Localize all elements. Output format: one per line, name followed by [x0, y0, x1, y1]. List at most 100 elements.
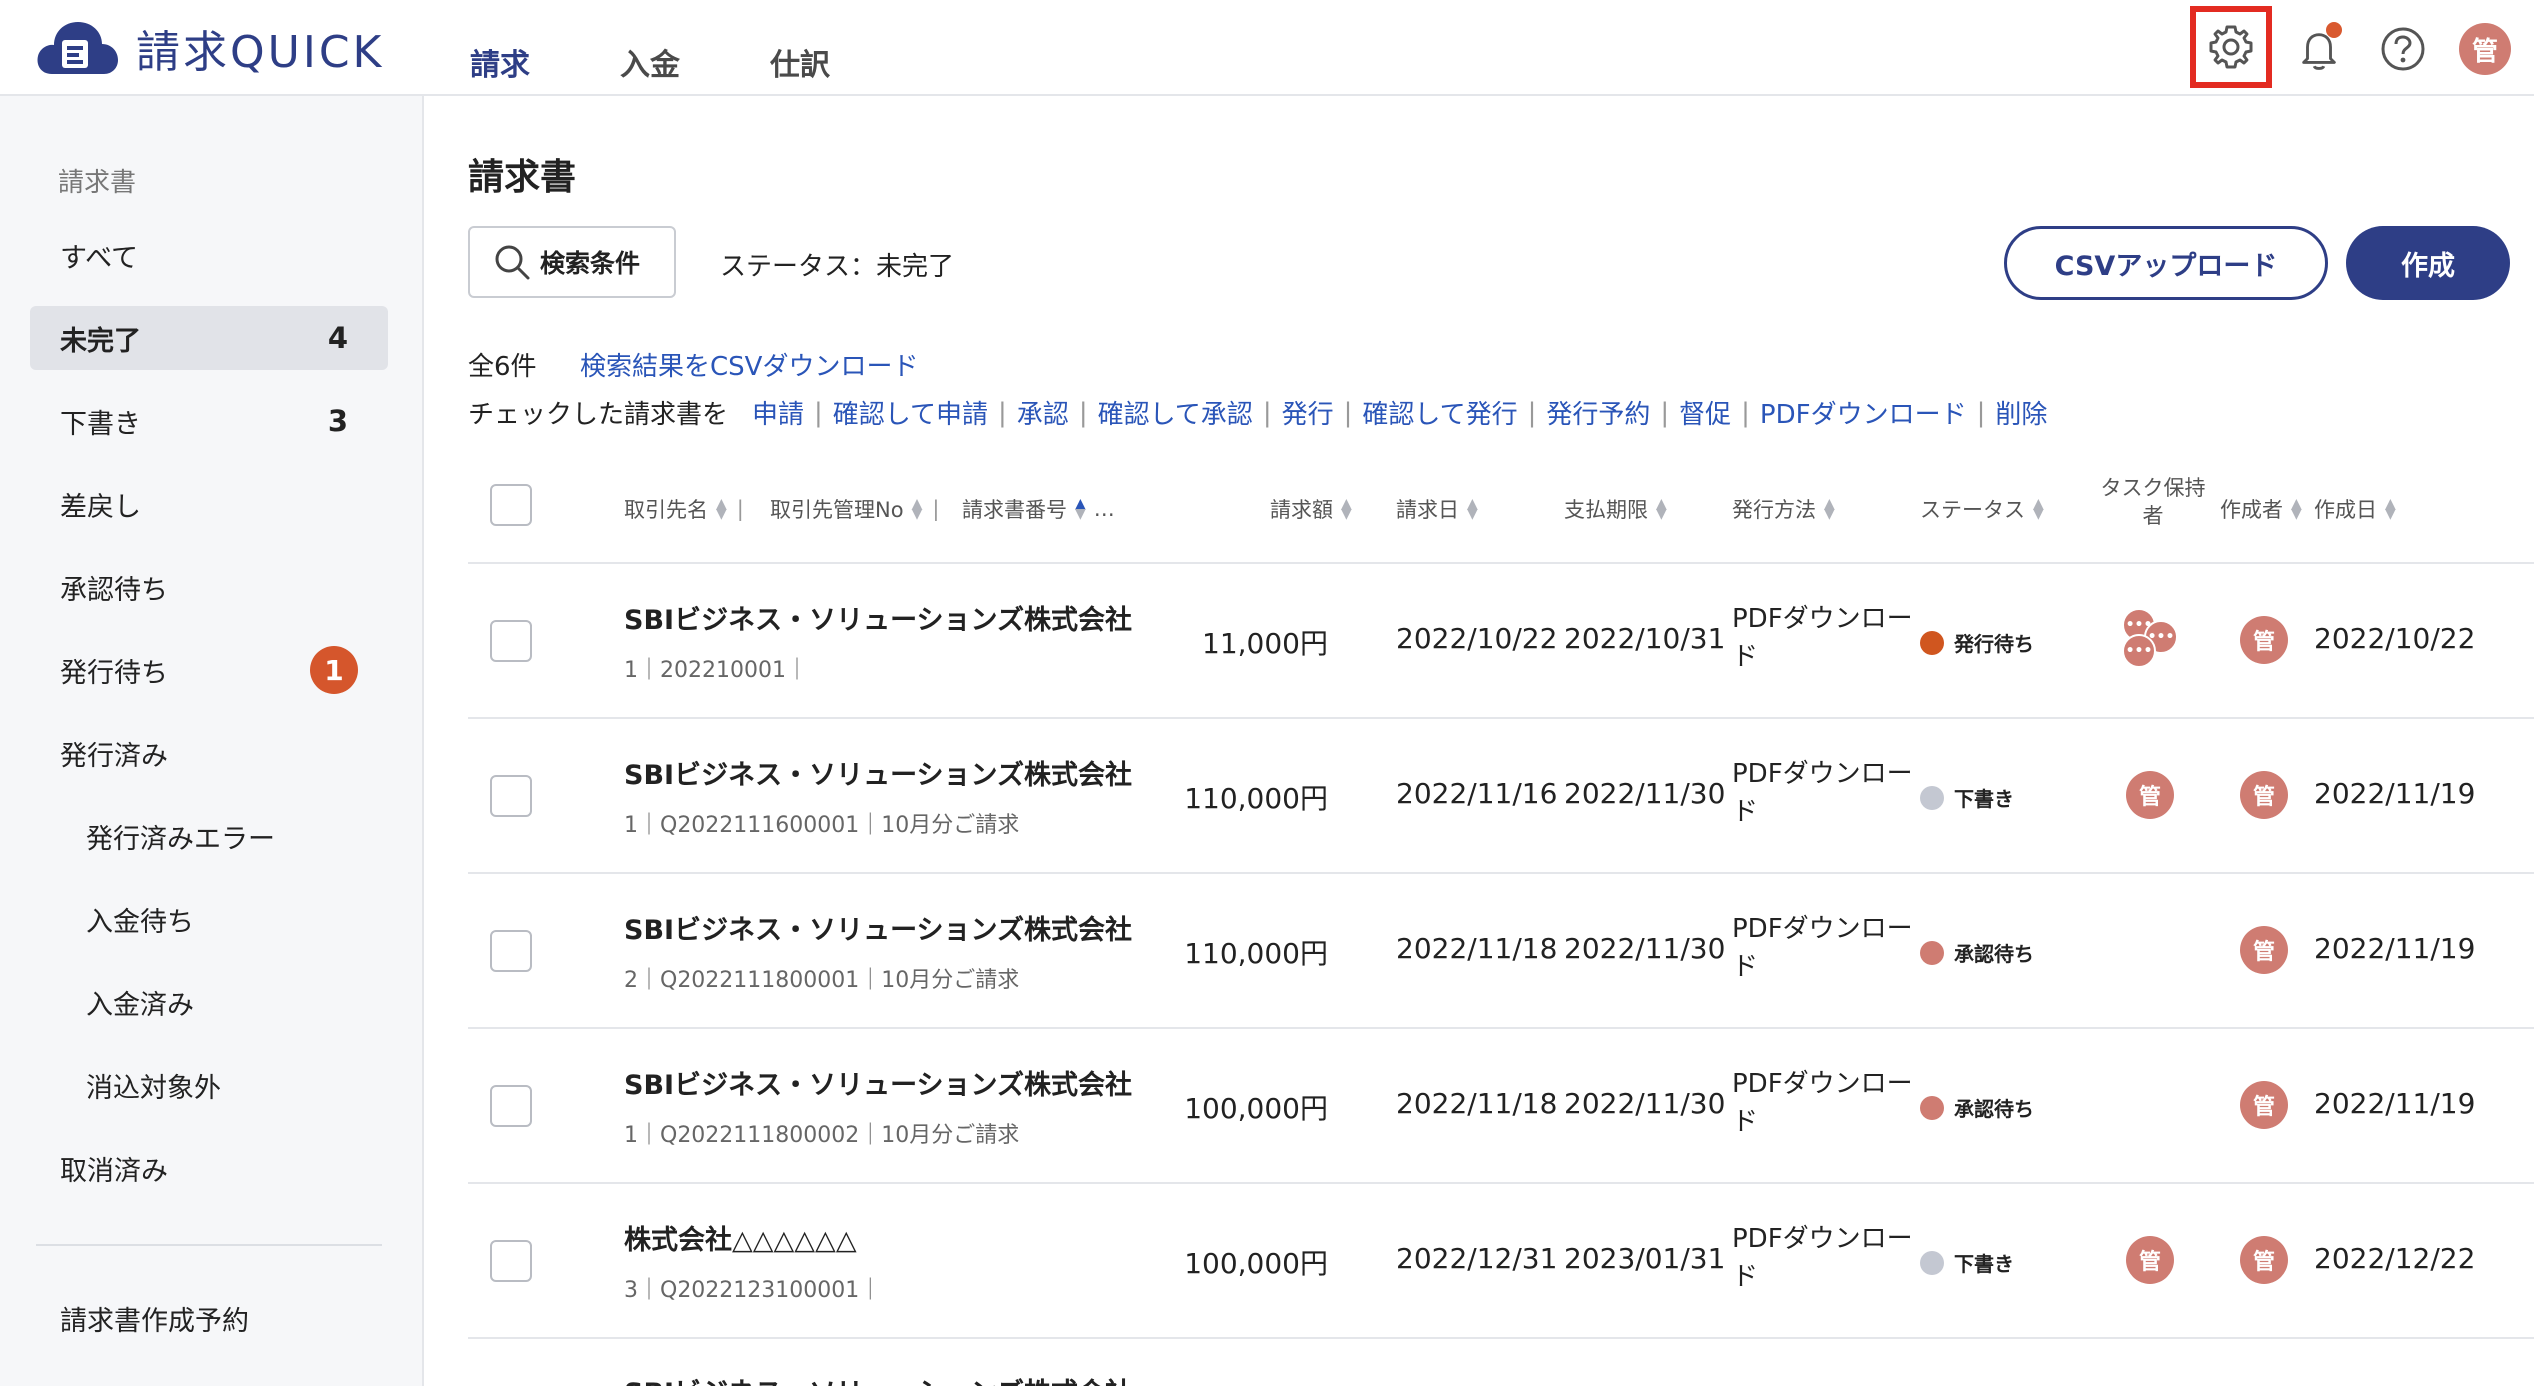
row-checkbox[interactable]	[490, 775, 532, 817]
client-name[interactable]: SBIビジネス・ソリューションズ株式会社	[624, 1063, 1132, 1102]
sidebar-item-draft[interactable]: 下書き 3	[30, 389, 388, 453]
issue-method: PDFダウンロード	[1732, 914, 1913, 982]
client-name[interactable]: SBIビジネス・ソリューションズ株式会社	[624, 598, 1132, 637]
invoice-ids: 1｜Q2022111800002｜10月分ご請求	[624, 1123, 1020, 1148]
bulk-action-confirm-approve[interactable]: 確認して承認	[1098, 394, 1253, 431]
sidebar-item-label: 未完了	[60, 325, 141, 357]
sidebar-item-issued[interactable]: 発行済み	[30, 721, 388, 785]
sidebar-item-incomplete[interactable]: 未完了 4	[30, 306, 388, 370]
row-checkbox[interactable]	[490, 620, 532, 662]
sidebar-item-label: 発行済み	[60, 740, 168, 772]
create-button[interactable]: 作成	[2346, 226, 2510, 300]
author-avatar-cell: 管	[2240, 616, 2288, 664]
client-name[interactable]: SBIビジネス・ソリューションズ株式会社	[624, 908, 1132, 947]
table-row[interactable]: SBIビジネス・ソリューションズ株式会社 2｜Q2022111800001｜10…	[468, 874, 2534, 1029]
sort-icon: ▲ ▼	[911, 496, 923, 522]
user-menu-button[interactable]: 管	[2450, 14, 2520, 84]
sidebar-item-all[interactable]: すべて	[30, 223, 388, 287]
sort-icon: ▲ ▼	[2291, 496, 2302, 522]
table-row[interactable]: SBIビジネス・ソリューションズ株式会社 1｜Q2022111800002｜10…	[468, 1029, 2534, 1184]
sidebar-item-excluded[interactable]: 消込対象外	[30, 1053, 388, 1117]
column-label: 作成日	[2314, 498, 2377, 522]
bulk-action-issue[interactable]: 発行	[1282, 394, 1334, 431]
table-row[interactable]: SBIビジネス・ソリューションズ株式会社 1｜202210001｜ 11,000…	[468, 564, 2534, 719]
logo-text: 請求QUICK	[136, 27, 385, 78]
csv-upload-button[interactable]: CSVアップロード	[2004, 226, 2328, 300]
avatar: 管	[2240, 1236, 2288, 1284]
bulk-action-confirm-apply[interactable]: 確認して申請	[833, 394, 988, 431]
separator: |	[736, 497, 744, 521]
client-name[interactable]: SBIビジネス・ソリューションズ株式会社	[624, 1371, 1132, 1386]
issue-method: PDFダウンロード	[1732, 604, 1913, 672]
due-date: 2022/11/30	[1564, 777, 1726, 810]
row-checkbox[interactable]	[490, 930, 532, 972]
table-row[interactable]: 株式会社△△△△△△ 3｜Q2022123100001｜ 100,000円 20…	[468, 1184, 2534, 1339]
author-avatar-cell: 管	[2240, 926, 2288, 974]
separator: |	[1976, 397, 1986, 428]
nav-tab-payment[interactable]: 入金	[620, 40, 680, 84]
column-header-created[interactable]: 作成日 ▲ ▼	[2314, 494, 2396, 524]
column-header-client[interactable]: 取引先名 ▲ ▼ |	[624, 494, 744, 524]
app-logo[interactable]: 請求QUICK	[34, 16, 384, 80]
sidebar: 請求書 すべて 未完了 4 下書き 3 差戻し 承認待ち 発行待ち 1 発行済み…	[0, 96, 424, 1386]
sidebar-item-returned[interactable]: 差戻し	[30, 472, 388, 536]
column-label: ステータス	[1920, 498, 2025, 522]
bulk-action-apply[interactable]: 申請	[752, 394, 804, 431]
table-header: 取引先名 ▲ ▼ | 取引先管理No ▲ ▼ | 請求書番号 ▲ ▼ … 請求額 ▲ ▼…	[468, 460, 2534, 564]
created-date: 2022/11/19	[2314, 932, 2476, 965]
column-header-method[interactable]: 発行方法 ▲ ▼	[1732, 494, 1835, 524]
column-label: 請求日	[1396, 498, 1459, 522]
created-date: 2022/11/19	[2314, 1087, 2476, 1120]
bulk-action-approve[interactable]: 承認	[1017, 394, 1069, 431]
row-checkbox[interactable]	[490, 1085, 532, 1127]
sidebar-item-awaiting-approval[interactable]: 承認待ち	[30, 555, 388, 619]
gear-icon	[2209, 25, 2253, 69]
bulk-action-delete[interactable]: 削除	[1995, 394, 2047, 431]
column-header-client-no[interactable]: 取引先管理No ▲ ▼ |	[770, 494, 939, 524]
bulk-action-remind[interactable]: 督促	[1679, 394, 1731, 431]
search-conditions-button[interactable]: 検索条件	[468, 226, 676, 298]
sidebar-item-label: 消込対象外	[86, 1072, 221, 1104]
column-header-status[interactable]: ステータス ▲ ▼	[1920, 494, 2044, 524]
task-holders-avatar-group: ••• ••• •••	[2120, 608, 2184, 672]
client-name[interactable]: 株式会社△△△△△△	[624, 1218, 857, 1257]
notifications-button[interactable]	[2284, 14, 2354, 84]
status-dot	[1920, 630, 1944, 655]
row-checkbox[interactable]	[490, 1240, 532, 1282]
table-row[interactable]: SBIビジネス・ソリューションズ株式会社 1｜Q2022111600001｜10…	[468, 719, 2534, 874]
client-name[interactable]: SBIビジネス・ソリューションズ株式会社	[624, 753, 1132, 792]
sidebar-item-paid[interactable]: 入金済み	[30, 970, 388, 1034]
sidebar-item-issued-error[interactable]: 発行済みエラー	[30, 804, 388, 868]
sidebar-item-scheduled-creation[interactable]: 請求書作成予約	[30, 1286, 388, 1350]
sidebar-item-awaiting-payment[interactable]: 入金待ち	[30, 887, 388, 951]
nav-tab-journal[interactable]: 仕訳	[770, 40, 830, 84]
separator: |	[998, 397, 1007, 428]
sidebar-item-cancelled[interactable]: 取消済み	[30, 1136, 388, 1200]
bulk-action-schedule-issue[interactable]: 発行予約	[1546, 394, 1650, 431]
top-nav: 請求 入金 仕訳	[470, 40, 920, 84]
table-row[interactable]: SBIビジネス・ソリューションズ株式会社	[468, 1339, 2534, 1386]
status-badge: 下書き	[1920, 783, 2014, 812]
csv-download-link[interactable]: 検索結果をCSVダウンロード	[580, 346, 918, 383]
column-header-invoice-date[interactable]: 請求日 ▲ ▼	[1396, 494, 1478, 524]
task-holder-group[interactable]: ••• ••• •••	[2120, 608, 2184, 672]
column-header-amount[interactable]: 請求額 ▲ ▼	[1270, 494, 1352, 524]
more-columns-icon[interactable]: …	[1094, 497, 1115, 521]
settings-button[interactable]	[2190, 6, 2272, 88]
nav-tab-invoice[interactable]: 請求	[470, 40, 530, 84]
sidebar-item-awaiting-issue[interactable]: 発行待ち 1	[30, 638, 388, 702]
sort-icon: ▲ ▼	[1467, 496, 1478, 522]
column-label: 発行方法	[1732, 498, 1816, 522]
sidebar-item-label: 請求書作成予約	[60, 1305, 249, 1337]
separator: |	[1262, 397, 1272, 428]
bulk-action-confirm-issue[interactable]: 確認して発行	[1362, 394, 1517, 431]
column-label: 支払期限	[1564, 498, 1648, 522]
invoice-ids: 2｜Q2022111800001｜10月分ご請求	[624, 968, 1020, 993]
column-header-author[interactable]: 作成者 ▲ ▼	[2220, 494, 2302, 524]
sort-icon: ▲ ▼	[716, 496, 727, 522]
column-header-due-date[interactable]: 支払期限 ▲ ▼	[1564, 494, 1667, 524]
help-button[interactable]	[2368, 14, 2438, 84]
bulk-action-pdf-download[interactable]: PDFダウンロード	[1760, 394, 1967, 431]
select-all-checkbox[interactable]	[490, 484, 532, 526]
column-header-invoice-no[interactable]: 請求書番号 ▲ ▼ …	[962, 494, 1115, 524]
